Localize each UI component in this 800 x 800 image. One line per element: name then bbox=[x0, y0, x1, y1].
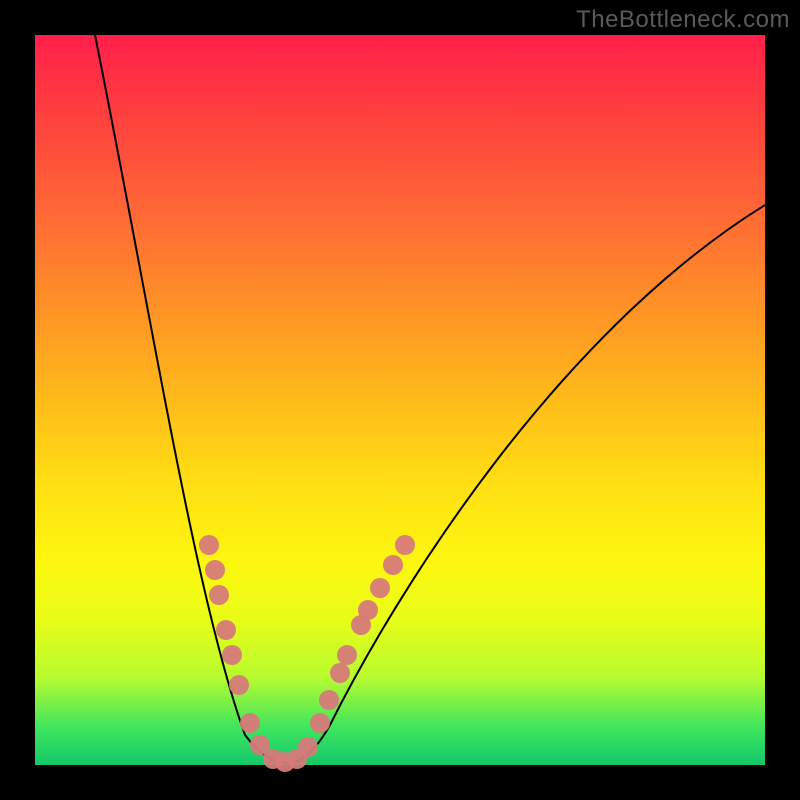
data-point bbox=[319, 690, 339, 710]
data-point bbox=[370, 578, 390, 598]
data-point bbox=[205, 560, 225, 580]
data-point bbox=[310, 713, 330, 733]
bottleneck-curve bbox=[95, 35, 765, 763]
data-point bbox=[298, 737, 318, 757]
data-point bbox=[216, 620, 236, 640]
data-point bbox=[209, 585, 229, 605]
data-point bbox=[358, 600, 378, 620]
data-point bbox=[337, 645, 357, 665]
data-point bbox=[229, 675, 249, 695]
gradient-plot-area bbox=[35, 35, 765, 765]
data-point bbox=[199, 535, 219, 555]
chart-svg bbox=[35, 35, 765, 765]
chart-frame: TheBottleneck.com bbox=[0, 0, 800, 800]
data-point bbox=[383, 555, 403, 575]
data-point bbox=[240, 713, 260, 733]
watermark-text: TheBottleneck.com bbox=[576, 6, 790, 34]
data-points-group bbox=[199, 535, 415, 772]
data-point bbox=[395, 535, 415, 555]
data-point bbox=[222, 645, 242, 665]
data-point bbox=[330, 663, 350, 683]
